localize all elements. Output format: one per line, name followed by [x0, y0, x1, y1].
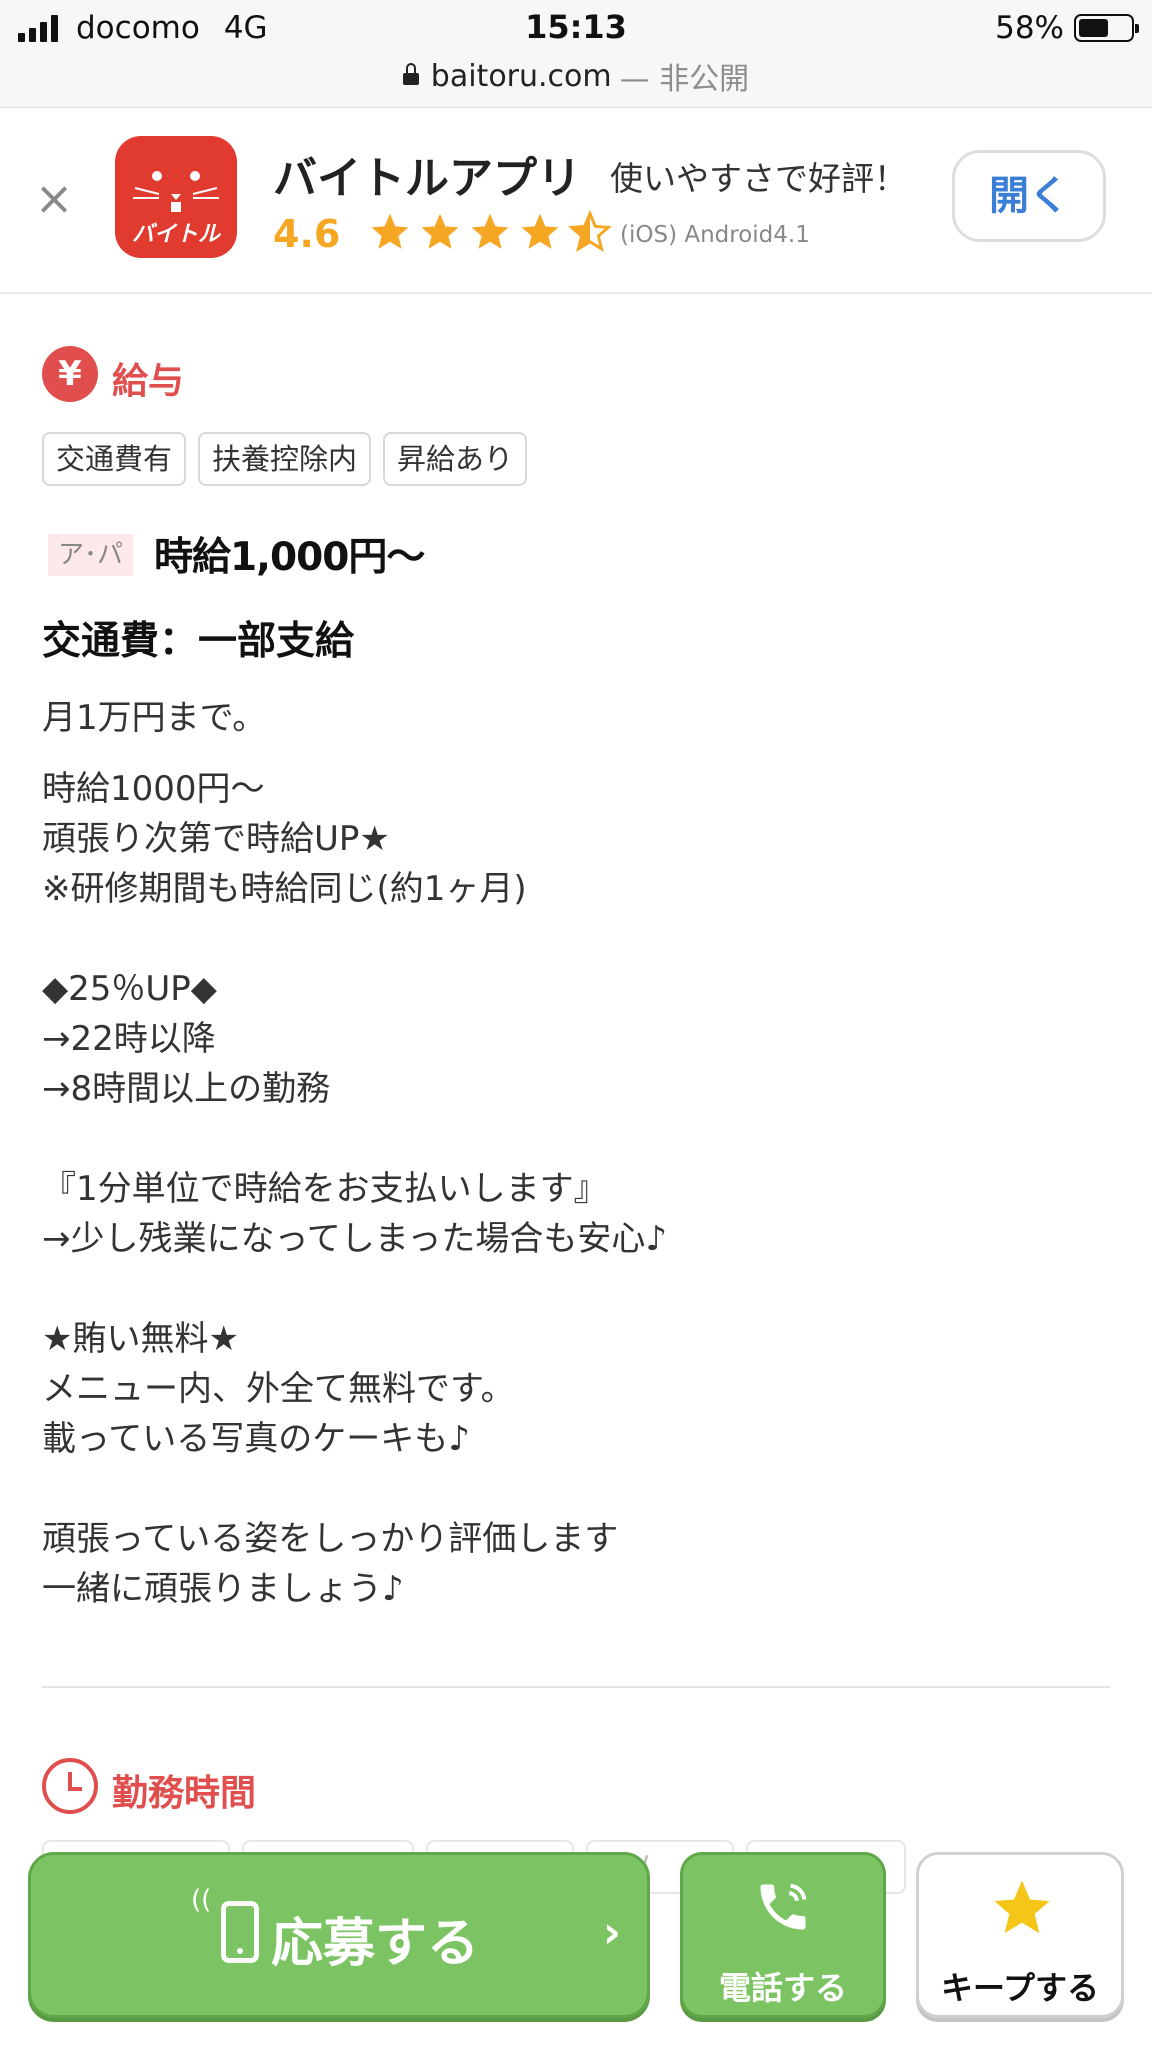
- description-line: ◆25％UP◆: [42, 969, 217, 1009]
- star-icon: [994, 1880, 1050, 1934]
- salary-section-title: 給与: [112, 361, 185, 402]
- description-line: [42, 1464, 667, 1514]
- rating-stars: [368, 210, 618, 254]
- hourly-wage: 時給1,000円〜: [154, 535, 425, 580]
- work-hours-section-title: 勤務時間: [112, 1773, 257, 1814]
- address-domain: baitoru.com: [430, 58, 612, 94]
- description-line: メニュー内、外全て無料です。: [42, 1369, 515, 1409]
- address-suffix: — 非公開: [619, 62, 750, 97]
- description-line: ★賄い無料★: [42, 1319, 239, 1359]
- chevron-right-icon: ›: [602, 1907, 621, 1958]
- lock-icon: [402, 63, 419, 85]
- salary-tags: 交通費有 扶養控除内 昇給あり: [42, 432, 539, 486]
- app-tagline: 使いやすさで好評！: [610, 159, 907, 198]
- app-name: バイトルアプリ: [273, 153, 581, 204]
- battery-icon: [1074, 14, 1139, 42]
- call-button[interactable]: 電話する: [680, 1852, 886, 2018]
- description-line: 頑張り次第で時給UP★: [42, 819, 390, 859]
- status-time: 15:13: [525, 8, 627, 46]
- address-bar[interactable]: baitoru.com — 非公開: [0, 54, 1152, 98]
- description-line: →8時間以上の勤務: [42, 1069, 331, 1109]
- open-app-button[interactable]: 開く: [952, 150, 1106, 242]
- description-line: [42, 1264, 667, 1314]
- salary-tag: 昇給あり: [383, 432, 528, 486]
- section-divider: [42, 1686, 1110, 1688]
- star-icon: [471, 213, 509, 249]
- description-line: ※研修期間も時給同じ(約1ヶ月): [42, 869, 527, 909]
- star-icon: [521, 213, 559, 249]
- app-platforms: (iOS) Android4.1: [620, 222, 810, 248]
- status-bar: docomo 4G 15:13 58% baitoru.com — 非公開: [0, 0, 1152, 108]
- yen-icon: ¥: [42, 346, 98, 402]
- battery-percent: 58%: [995, 10, 1064, 46]
- transport-heading: 交通費：一部支給: [42, 619, 355, 664]
- keep-label: キープする: [940, 1969, 1100, 2007]
- employment-type-badge: ア･パ: [48, 534, 134, 576]
- star-icon: [421, 213, 459, 249]
- call-label: 電話する: [718, 1969, 847, 2007]
- salary-tag: 扶養控除内: [198, 432, 372, 486]
- description-line: 一緒に頑張りましょう♪: [42, 1569, 404, 1609]
- smartphone-icon: [221, 1901, 259, 1963]
- phone-icon: [760, 1883, 807, 1930]
- description-line: 載っている写真のケーキも♪: [42, 1419, 470, 1459]
- salary-description: 時給1000円〜 頑張り次第で時給UP★ ※研修期間も時給同じ(約1ヶ月) ◆2…: [42, 764, 667, 1614]
- apply-label: 応募する: [271, 1914, 480, 1974]
- description-line: 頑張っている姿をしっかり評価します: [42, 1519, 619, 1559]
- description-line: →22時以降: [42, 1019, 216, 1059]
- close-icon[interactable]: ×: [34, 175, 74, 221]
- star-icon: [371, 213, 409, 249]
- half-star-icon: [568, 210, 612, 252]
- status-right: 58%: [995, 10, 1139, 46]
- app-icon-label: バイトル: [131, 222, 220, 247]
- signal-waves-icon: ((: [191, 1885, 212, 1915]
- app-rating: 4.6: [273, 212, 341, 256]
- keep-button[interactable]: キープする: [916, 1852, 1124, 2018]
- description-line: [42, 1114, 667, 1164]
- transport-note: 月1万円まで。: [42, 698, 267, 738]
- app-icon: バイトル: [115, 136, 237, 258]
- description-line: →少し残業になってしまった場合も安心♪: [42, 1219, 668, 1259]
- description-line: [42, 914, 667, 964]
- clock-icon: [42, 1758, 98, 1814]
- app-banner: × バイトル バイトルアプリ 使いやすさで好評！ 4.6 (iOS) Andro…: [0, 108, 1152, 294]
- description-line: 時給1000円〜: [42, 769, 265, 809]
- description-line: 『1分単位で時給をお支払いします』: [42, 1169, 608, 1209]
- apply-button[interactable]: (( 応募する ›: [28, 1852, 650, 2018]
- salary-tag: 交通費有: [42, 432, 187, 486]
